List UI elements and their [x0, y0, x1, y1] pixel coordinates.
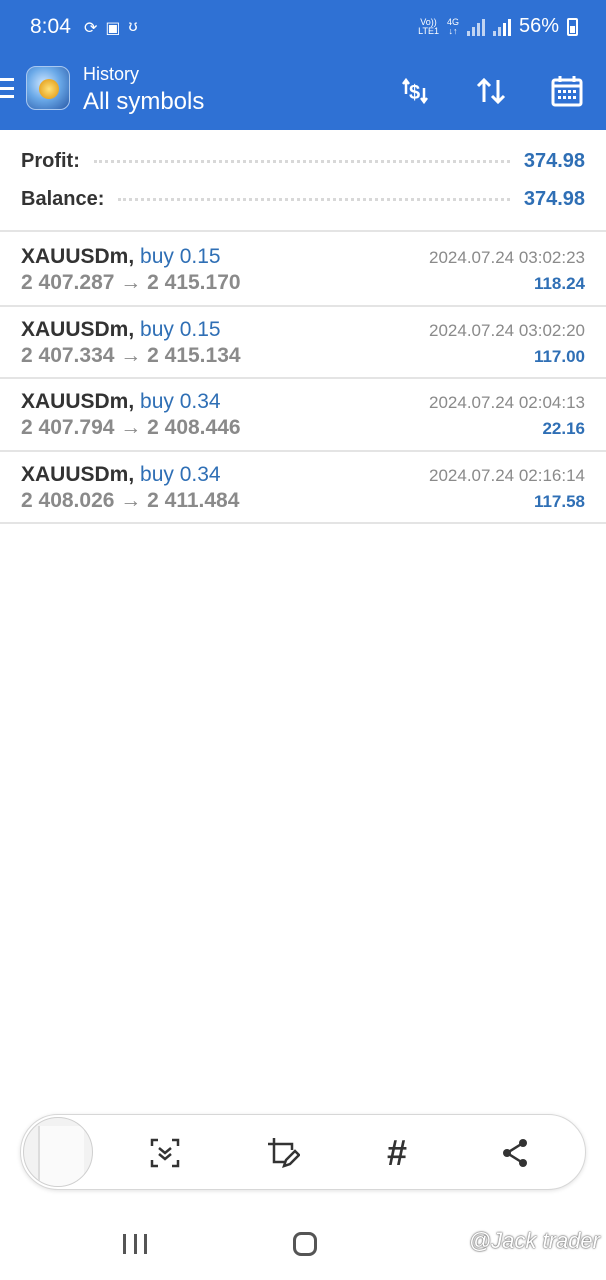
- symbol-filter[interactable]: All symbols: [83, 88, 204, 116]
- open-price: 2 407.334: [21, 343, 115, 367]
- crop-edit-button[interactable]: [263, 1133, 303, 1173]
- arrow-icon: →: [120, 488, 142, 512]
- open-price: 2 408.026: [21, 488, 115, 512]
- trade-time: 2024.07.24 02:04:13: [429, 393, 585, 412]
- home-button[interactable]: [293, 1232, 317, 1256]
- sort-arrows-icon: [476, 77, 506, 105]
- battery-percent: 56%: [518, 15, 559, 37]
- app-notification-icon: ʊ: [128, 18, 138, 35]
- trade-list: XAUUSDm, buy 0.15 2 407.287 → 2 415.170 …: [0, 234, 606, 524]
- menu-icon[interactable]: [0, 78, 14, 98]
- balance-label: Balance:: [21, 187, 105, 210]
- crop-edit-icon: [268, 1138, 300, 1168]
- recents-button[interactable]: [123, 1234, 147, 1254]
- hashtag-button[interactable]: #: [377, 1133, 417, 1173]
- trade-symbol: XAUUSDm,: [21, 317, 135, 341]
- profit-label: Profit:: [21, 149, 80, 172]
- close-price: 2 415.170: [147, 271, 241, 294]
- trade-side: buy 0.15: [140, 317, 221, 341]
- trade-row[interactable]: XAUUSDm, buy 0.15 2 407.334 → 2 415.134 …: [0, 307, 606, 379]
- status-time: 8:04: [30, 15, 71, 38]
- scroll-capture-button[interactable]: [145, 1133, 185, 1173]
- close-price: 2 408.446: [147, 416, 241, 439]
- trade-symbol: XAUUSDm,: [21, 245, 135, 268]
- screenshot-thumbnail[interactable]: [23, 1117, 93, 1187]
- currency-exchange-button[interactable]: $: [396, 72, 434, 110]
- profit-value: 374.98: [523, 149, 585, 172]
- arrow-icon: →: [120, 271, 142, 294]
- app-logo-icon: [26, 66, 70, 110]
- trade-profit: 117.00: [533, 346, 585, 366]
- arrow-icon: →: [120, 343, 142, 367]
- trade-side: buy 0.15: [140, 245, 221, 268]
- hashtag-icon: #: [386, 1132, 408, 1173]
- trade-row[interactable]: XAUUSDm, buy 0.34 2 408.026 → 2 411.484 …: [0, 452, 606, 524]
- currency-exchange-icon: $: [402, 77, 428, 105]
- trade-row[interactable]: XAUUSDm, buy 0.34 2 407.794 → 2 408.446 …: [0, 379, 606, 452]
- sort-button[interactable]: [472, 72, 510, 110]
- trade-symbol: XAUUSDm,: [21, 390, 135, 413]
- status-bar: 8:04 ⟳ ▣ ʊ Vo)) LTE1 4G ↓↑ 56%: [0, 0, 606, 56]
- balance-value: 374.98: [523, 187, 585, 210]
- close-price: 2 411.484: [147, 488, 240, 512]
- trade-row[interactable]: XAUUSDm, buy 0.15 2 407.287 → 2 415.170 …: [0, 234, 606, 307]
- signal-icon: [466, 18, 485, 36]
- account-summary: Profit: 374.98 Balance: 374.98: [0, 130, 606, 232]
- sync-icon: ⟳: [84, 20, 98, 37]
- share-icon: [503, 1139, 527, 1167]
- volte-indicator: Vo)) LTE1: [418, 16, 439, 36]
- balance-row: Balance: 374.98: [21, 184, 585, 214]
- trade-profit: 118.24: [533, 274, 585, 293]
- screenshot-toolbar: #: [20, 1114, 586, 1190]
- svg-text:$: $: [409, 82, 420, 104]
- trade-symbol: XAUUSDm,: [21, 462, 135, 486]
- battery-icon: [567, 17, 578, 36]
- app-bar: History All symbols $: [0, 56, 606, 130]
- trade-side: buy 0.34: [140, 390, 221, 413]
- system-nav-bar: @Jack trader: [0, 1196, 606, 1280]
- expand-capture-icon: [150, 1138, 180, 1168]
- calendar-icon: [551, 76, 583, 107]
- profit-row: Profit: 374.98: [21, 146, 585, 176]
- open-price: 2 407.287: [21, 271, 115, 294]
- signal-icon-2: [492, 18, 511, 36]
- trade-side: buy 0.34: [140, 462, 221, 486]
- calendar-button[interactable]: [548, 72, 586, 110]
- share-button[interactable]: [495, 1133, 535, 1173]
- arrow-icon: →: [120, 416, 142, 439]
- page-title-small: History: [83, 64, 140, 84]
- trade-time: 2024.07.24 02:16:14: [429, 465, 585, 485]
- trade-time: 2024.07.24 03:02:20: [429, 320, 585, 340]
- trade-profit: 117.58: [533, 491, 585, 511]
- gallery-icon: ▣: [105, 20, 121, 37]
- network-type: 4G ↓↑: [446, 16, 459, 36]
- trade-time: 2024.07.24 03:02:23: [429, 248, 585, 267]
- open-price: 2 407.794: [21, 416, 115, 439]
- close-price: 2 415.134: [147, 343, 241, 367]
- watermark: @Jack trader: [468, 1228, 600, 1253]
- trade-profit: 22.16: [542, 419, 585, 438]
